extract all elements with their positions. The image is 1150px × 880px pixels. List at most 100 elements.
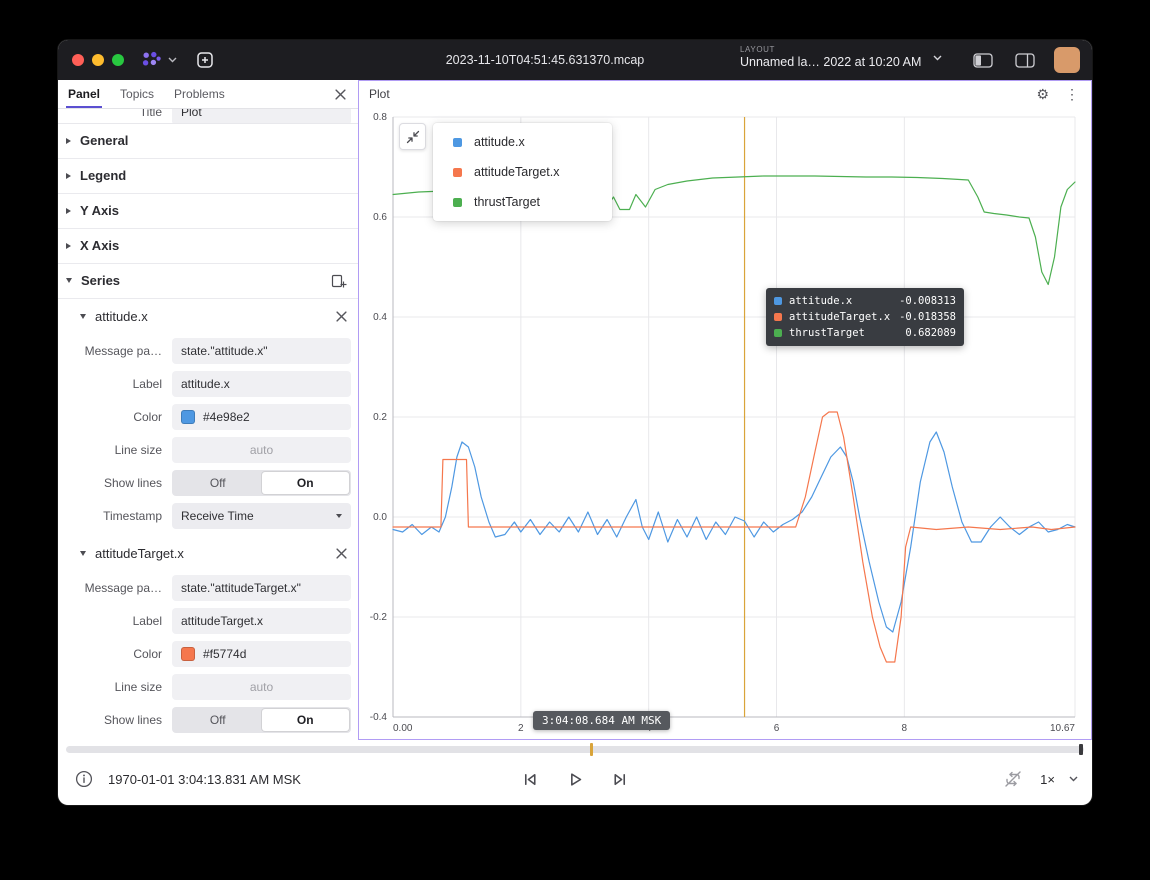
- message-path-input[interactable]: state."attitude.x": [172, 338, 351, 364]
- show-lines-off-button[interactable]: Off: [174, 709, 262, 731]
- sidebar-tabbar: Panel Topics Problems: [58, 80, 358, 109]
- series-color-swatch: [774, 329, 782, 337]
- close-icon: [335, 89, 346, 100]
- color-row: Color #4e98e2: [58, 404, 351, 430]
- svg-text:-0.4: -0.4: [370, 712, 388, 723]
- show-lines-on-button[interactable]: On: [262, 709, 350, 731]
- play-icon: [566, 770, 585, 789]
- svg-text:6: 6: [774, 723, 780, 734]
- new-window-button[interactable]: [195, 50, 215, 70]
- chevron-right-icon: [66, 138, 71, 144]
- color-swatch[interactable]: [181, 647, 195, 661]
- color-input[interactable]: #4e98e2: [172, 404, 351, 430]
- title-field-input[interactable]: Plot: [172, 109, 351, 124]
- app-window: 2023-11-10T04:51:45.631370.mcap LAYOUT U…: [58, 40, 1092, 805]
- window-title: 2023-11-10T04:51:45.631370.mcap: [446, 40, 645, 80]
- minimize-window-button[interactable]: [92, 54, 104, 66]
- chevron-right-icon: [66, 173, 71, 179]
- legend-item-attitude-x[interactable]: attitude.x: [433, 127, 612, 157]
- zoom-window-button[interactable]: [112, 54, 124, 66]
- seek-forward-button[interactable]: [608, 767, 633, 792]
- layout-picker[interactable]: LAYOUT Unnamed la… 2022 at 10:20 AM: [740, 45, 942, 71]
- loop-playback-toggle[interactable]: [1000, 767, 1026, 791]
- speed-chevron-icon[interactable]: [1069, 776, 1078, 782]
- current-timestamp: 1970-01-01 3:04:13.831 AM MSK: [108, 772, 301, 787]
- label-input[interactable]: attitudeTarget.x: [172, 608, 351, 634]
- series-item-attitude-target-x[interactable]: attitudeTarget.x: [58, 536, 358, 571]
- tooltip-row: attitude.x -0.008313: [774, 293, 956, 309]
- tab-panel[interactable]: Panel: [58, 80, 110, 108]
- user-avatar[interactable]: [1054, 47, 1080, 73]
- right-sidebar-icon: [1015, 53, 1035, 68]
- message-path-input[interactable]: state."attitudeTarget.x": [172, 575, 351, 601]
- section-y-axis[interactable]: Y Axis: [58, 194, 358, 229]
- titlebar-right-controls: [970, 40, 1080, 80]
- plot-body: 0.80.60.40.20.0-0.2-0.40.00246810.67 att…: [359, 107, 1091, 739]
- app-menu[interactable]: [140, 49, 177, 71]
- playback-speed[interactable]: 1×: [1040, 772, 1055, 787]
- label-row: Label attitudeTarget.x: [58, 608, 351, 634]
- info-icon: [75, 770, 93, 788]
- series-color-swatch: [774, 297, 782, 305]
- section-general[interactable]: General: [58, 124, 358, 159]
- close-sidebar-button[interactable]: [331, 85, 350, 104]
- remove-series-button[interactable]: [333, 545, 350, 562]
- show-lines-toggle: Off On: [172, 707, 351, 733]
- play-button[interactable]: [563, 767, 588, 792]
- legend-item-attitude-target-x[interactable]: attitudeTarget.x: [433, 157, 612, 187]
- color-swatch[interactable]: [181, 410, 195, 424]
- svg-text:0.2: 0.2: [373, 412, 387, 423]
- tab-problems[interactable]: Problems: [164, 80, 235, 108]
- label-input[interactable]: attitude.x: [172, 371, 351, 397]
- playback-controls: 1970-01-01 3:04:13.831 AM MSK: [58, 753, 1092, 805]
- show-lines-off-button[interactable]: Off: [174, 472, 262, 494]
- traffic-lights: [58, 54, 124, 66]
- show-lines-toggle: Off On: [172, 470, 351, 496]
- svg-text:0.0: 0.0: [373, 512, 387, 523]
- series-item-attitude-x[interactable]: attitude.x: [58, 299, 358, 334]
- loop-off-icon: [1003, 770, 1023, 788]
- message-path-row: Message pa… state."attitude.x": [58, 338, 351, 364]
- titlebar: 2023-11-10T04:51:45.631370.mcap LAYOUT U…: [58, 40, 1092, 80]
- section-series[interactable]: Series: [58, 264, 358, 299]
- color-row: Color #f5774d: [58, 641, 351, 667]
- toggle-left-sidebar-button[interactable]: [970, 50, 996, 71]
- remove-series-button[interactable]: [333, 308, 350, 325]
- playback-bar: 1970-01-01 3:04:13.831 AM MSK: [58, 740, 1092, 805]
- panel-title: Plot: [369, 87, 390, 101]
- line-size-input[interactable]: auto: [172, 437, 351, 463]
- label-row: Label attitude.x: [58, 371, 351, 397]
- line-size-input[interactable]: auto: [172, 674, 351, 700]
- plot-panel-header[interactable]: Plot ⚙ ⋮: [359, 81, 1091, 107]
- panel-menu-icon[interactable]: ⋮: [1063, 85, 1081, 103]
- playback-scrubber[interactable]: [66, 746, 1084, 753]
- message-path-row: Message pa… state."attitudeTarget.x": [58, 575, 351, 601]
- data-source-info-button[interactable]: [72, 767, 96, 791]
- foxglove-logo-icon: [140, 49, 162, 71]
- show-lines-on-button[interactable]: On: [262, 472, 350, 494]
- toggle-right-sidebar-button[interactable]: [1012, 50, 1038, 71]
- plot-hover-tooltip: attitude.x -0.008313 attitudeTarget.x -0…: [766, 288, 964, 346]
- color-input[interactable]: #f5774d: [172, 641, 351, 667]
- seek-forward-icon: [611, 770, 630, 789]
- seek-backward-button[interactable]: [518, 767, 543, 792]
- panel-settings-sidebar: Panel Topics Problems Title Plot: [58, 80, 358, 740]
- svg-text:2: 2: [518, 723, 524, 734]
- chevron-down-icon: [66, 278, 72, 283]
- close-window-button[interactable]: [72, 54, 84, 66]
- chevron-right-icon: [66, 243, 71, 249]
- tab-topics[interactable]: Topics: [110, 80, 164, 108]
- series-color-swatch: [774, 313, 782, 321]
- section-x-axis[interactable]: X Axis: [58, 229, 358, 264]
- close-icon: [336, 311, 347, 322]
- legend-item-thrust-target[interactable]: thrustTarget: [433, 187, 612, 217]
- add-series-button[interactable]: [328, 270, 350, 292]
- panel-settings-icon[interactable]: ⚙: [1034, 85, 1051, 103]
- timestamp-select[interactable]: Receive Time: [172, 503, 351, 529]
- new-window-icon: [195, 50, 215, 70]
- close-icon: [336, 548, 347, 559]
- plot-legend: attitude.x attitudeTarget.x thrustTarget: [433, 123, 612, 221]
- chevron-down-icon: [80, 551, 86, 556]
- section-legend[interactable]: Legend: [58, 159, 358, 194]
- legend-collapse-button[interactable]: [399, 123, 426, 150]
